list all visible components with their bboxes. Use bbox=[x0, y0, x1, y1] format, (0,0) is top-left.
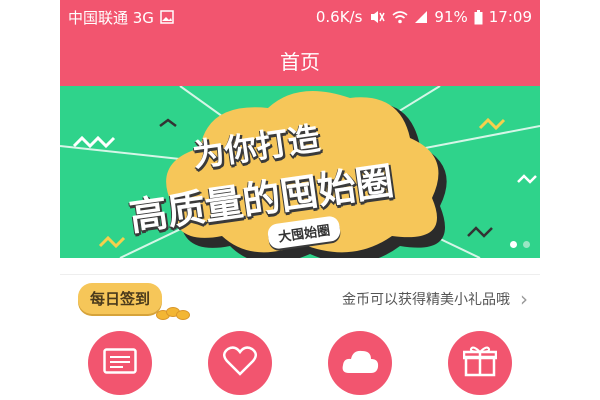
quick-action-gift[interactable] bbox=[448, 331, 512, 395]
checkin-promo-text: 金币可以获得精美小礼品哦 bbox=[342, 291, 510, 308]
carousel-dot-active[interactable] bbox=[510, 241, 517, 248]
carousel-indicator[interactable] bbox=[510, 241, 530, 248]
heart-icon bbox=[223, 346, 257, 380]
promo-banner[interactable]: 为你打造 高质量的囤始圈 大囤始圈 bbox=[60, 86, 540, 258]
battery-percent: 91% bbox=[434, 8, 468, 26]
quick-action-favorites[interactable] bbox=[208, 331, 272, 395]
coin-icon bbox=[176, 310, 190, 320]
wifi-icon bbox=[392, 10, 408, 24]
quick-actions bbox=[60, 326, 540, 400]
carrier-label: 中国联通 3G bbox=[68, 8, 154, 27]
battery-icon bbox=[474, 9, 483, 25]
chevron-right-icon[interactable]: › bbox=[520, 287, 528, 311]
gift-icon bbox=[462, 345, 498, 381]
carousel-dot[interactable] bbox=[523, 241, 530, 248]
network-speed: 0.6K/s bbox=[315, 8, 363, 26]
clock: 17:09 bbox=[488, 8, 532, 26]
status-bar: 中国联通 3G 0.6K/s 91% 17:09 bbox=[60, 0, 540, 34]
quick-action-cloud[interactable] bbox=[328, 331, 392, 395]
signal-icon bbox=[414, 10, 428, 24]
card-icon bbox=[103, 348, 137, 378]
quick-action-card[interactable] bbox=[88, 331, 152, 395]
daily-checkin-label: 每日签到 bbox=[90, 290, 151, 308]
page-title: 首页 bbox=[280, 49, 320, 74]
app-screen: 中国联通 3G 0.6K/s 91% 17:09 首页 为你打造 高质量的囤始圈… bbox=[60, 0, 540, 400]
page-title-bar: 首页 bbox=[60, 34, 540, 86]
mute-vibrate-icon bbox=[368, 10, 386, 24]
cloud-icon bbox=[341, 347, 379, 379]
image-icon bbox=[160, 10, 174, 24]
daily-checkin-badge[interactable]: 每日签到 bbox=[78, 283, 190, 320]
daily-checkin-row[interactable]: 每日签到 金币可以获得精美小礼品哦 › bbox=[60, 274, 540, 322]
